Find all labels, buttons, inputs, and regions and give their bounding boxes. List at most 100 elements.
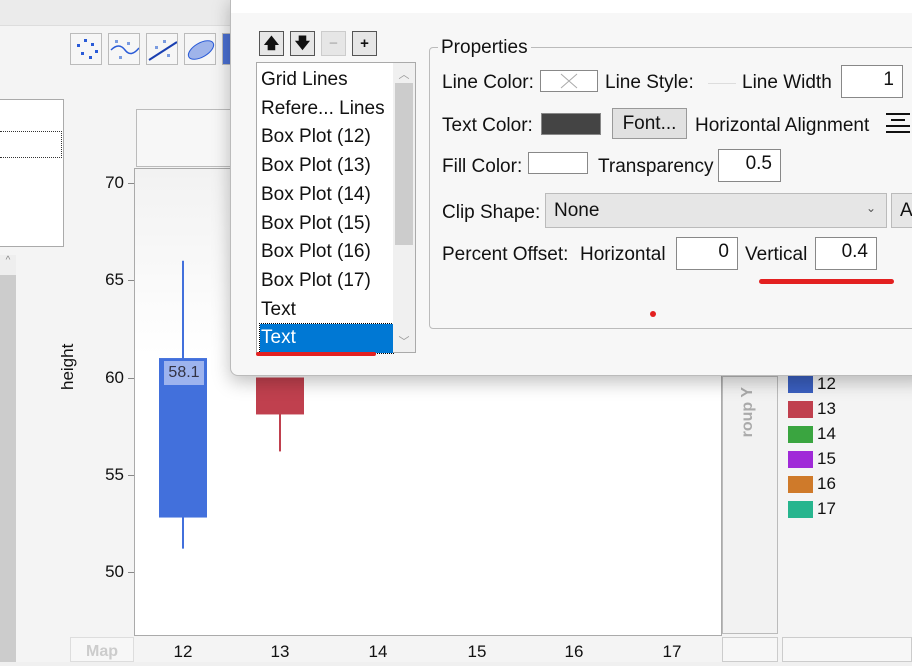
legend-item[interactable]: 12	[788, 374, 836, 394]
y-tick-label: 55	[105, 464, 124, 484]
line-color-swatch[interactable]	[540, 70, 598, 92]
legend-label: 14	[817, 424, 836, 443]
map-shape-drop-zone[interactable]: Map	[70, 637, 134, 662]
clip-shape-value: None	[554, 200, 600, 221]
line-style-picker[interactable]	[708, 83, 736, 84]
left-scrollbar[interactable]: ^	[0, 255, 16, 662]
line-color-label: Line Color:	[442, 72, 534, 93]
graph-element-item[interactable]: Refere... Lines	[260, 95, 393, 124]
box-label-text: 58.1	[161, 361, 207, 385]
y-tick-label: 70	[105, 173, 124, 192]
x-tick-label: 16	[564, 642, 584, 661]
legend-label: 17	[817, 499, 836, 518]
group-x-drop-zone[interactable]	[136, 109, 236, 167]
graph-element-item[interactable]: Text	[259, 323, 394, 354]
graph-element-item[interactable]: Box Plot (16)	[260, 238, 393, 267]
fill-color-label: Fill Color:	[442, 156, 523, 177]
percent-offset-label: Percent Offset:	[442, 244, 569, 265]
graph-element-item[interactable]: Box Plot (17)	[260, 267, 393, 296]
y-tick-label: 65	[105, 270, 124, 290]
list-scrollbar[interactable]: ︿ ﹀	[393, 63, 415, 352]
legend-item[interactable]: 15	[788, 449, 836, 469]
horizontal-offset-field[interactable]: 0	[676, 237, 738, 270]
graph-element-item[interactable]: Grid Lines	[260, 66, 393, 95]
fill-color-swatch[interactable]	[528, 152, 588, 174]
legend-swatch	[788, 450, 813, 468]
align-center-icon[interactable]	[886, 112, 910, 139]
points-icon[interactable]	[70, 33, 102, 65]
scroll-thumb[interactable]	[395, 83, 413, 245]
move-down-button[interactable]: 🡇	[290, 31, 315, 56]
clip-shape-label: Clip Shape:	[442, 202, 541, 223]
transparency-label: Transparency	[598, 156, 714, 177]
legend-item[interactable]: 17	[788, 499, 836, 519]
legend-item[interactable]: 14	[788, 424, 836, 444]
clip-shape-extra-button[interactable]: A	[891, 193, 912, 228]
legend-swatch	[788, 425, 813, 443]
x-tick-label: 15	[467, 642, 487, 661]
annotation-dot	[650, 311, 656, 317]
scroll-up-icon[interactable]: ^	[0, 255, 16, 275]
y-tick-label: 50	[105, 562, 124, 581]
move-up-button[interactable]: 🡅	[259, 31, 284, 56]
x-tick-label: 14	[368, 642, 388, 661]
remove-button[interactable]: −	[321, 31, 346, 56]
text-color-label: Text Color:	[442, 115, 533, 136]
x-tick-label: 13	[270, 642, 290, 661]
bottom-drop-zone-2[interactable]	[782, 637, 912, 662]
customize-graph-dialog: 🡅 🡇 − + Grid Lines Refere... Lines Box Plo…	[230, 0, 912, 376]
column-list-selected-row[interactable]	[0, 131, 62, 158]
legend-swatch	[788, 400, 813, 418]
group-y-label: roup Y	[739, 387, 756, 438]
line-of-fit-icon[interactable]	[146, 33, 178, 65]
text-color-swatch[interactable]	[541, 113, 601, 135]
smoother-icon[interactable]	[108, 33, 140, 65]
legend-swatch	[788, 375, 813, 393]
ellipse-icon[interactable]	[184, 33, 216, 65]
vertical-offset-field[interactable]: 0.4	[815, 237, 877, 270]
y-tick-label: 60	[105, 367, 124, 387]
annotation-underline-2	[759, 279, 894, 284]
graph-element-item[interactable]: Box Plot (13)	[260, 152, 393, 181]
add-button[interactable]: +	[352, 31, 377, 56]
annotation-underline	[256, 352, 376, 356]
line-width-label: Line Width	[742, 72, 832, 93]
y-axis-label: height	[58, 343, 77, 390]
x-tick-label: 17	[662, 642, 682, 661]
legend-swatch	[788, 500, 813, 518]
legend-swatch	[788, 475, 813, 493]
chevron-down-icon[interactable]: ﹀	[393, 333, 415, 349]
font-button[interactable]: Font...	[612, 108, 687, 139]
dialog-title-bar[interactable]	[231, 0, 912, 13]
y-tick-mark	[128, 183, 134, 184]
graph-element-item[interactable]: Box Plot (14)	[260, 181, 393, 210]
graph-element-item[interactable]: Box Plot (15)	[260, 210, 393, 239]
y-tick-mark	[128, 280, 134, 282]
group-y-drop-zone[interactable]: roup Y	[722, 376, 778, 634]
bottom-drop-zone[interactable]	[722, 637, 778, 662]
clip-shape-select[interactable]: None ⌄	[545, 193, 887, 228]
legend-item[interactable]: 16	[788, 474, 836, 494]
column-list-panel	[0, 99, 64, 247]
x-tick-label: 12	[173, 642, 193, 661]
y-tick-mark	[128, 474, 134, 476]
graph-elements-list[interactable]: Grid Lines Refere... Lines Box Plot (12) Bo…	[256, 62, 416, 354]
legend-item[interactable]: 13	[788, 399, 836, 419]
legend-label: 13	[817, 399, 836, 418]
y-tick-mark	[128, 377, 134, 379]
graph-element-item[interactable]: Box Plot (12)	[260, 123, 393, 152]
line-width-field[interactable]: 1	[841, 65, 903, 98]
graph-element-item[interactable]: Text	[260, 296, 393, 325]
legend-label: 16	[817, 474, 836, 493]
horizontal-alignment-label: Horizontal Alignment	[695, 115, 870, 136]
chevron-up-icon[interactable]: ︿	[393, 66, 415, 82]
properties-title: Properties	[438, 37, 531, 59]
line-style-label: Line Style:	[605, 72, 694, 93]
horizontal-offset-label: Horizontal	[580, 244, 666, 265]
transparency-field[interactable]: 0.5	[718, 149, 781, 182]
vertical-offset-label: Vertical	[745, 244, 808, 265]
box-plot-13	[256, 377, 304, 415]
chevron-down-icon: ⌄	[865, 201, 876, 215]
y-tick-mark	[128, 572, 134, 573]
legend-label: 15	[817, 449, 836, 468]
